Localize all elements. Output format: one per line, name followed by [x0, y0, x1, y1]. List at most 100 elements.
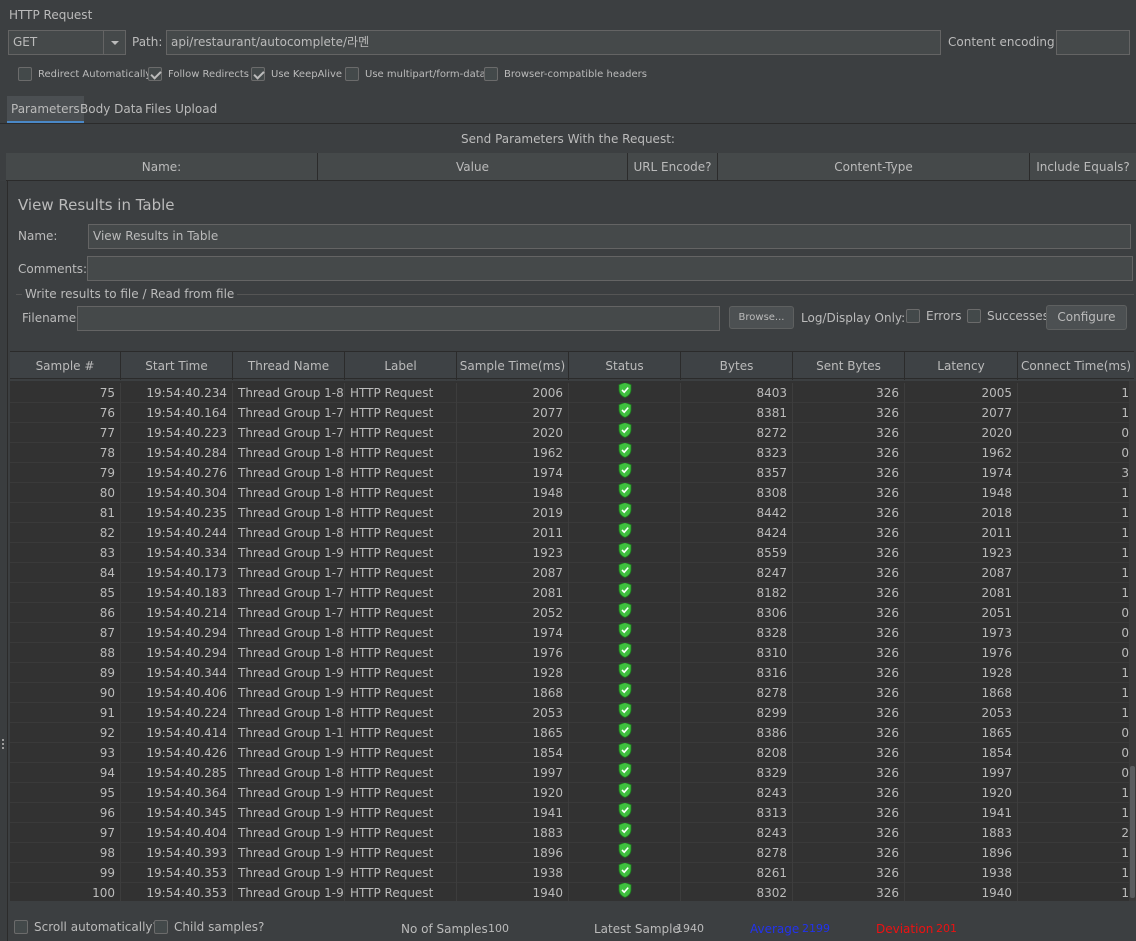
results-scrollbar-thumb[interactable]	[1130, 766, 1135, 898]
cell-latency: 1854	[905, 743, 1018, 763]
col-sample-time[interactable]: Sample Time(ms)	[457, 352, 569, 380]
cell-start-time: 19:54:40.353	[121, 863, 233, 883]
cell-sample-time: 2011	[457, 523, 569, 543]
vrt-comments-input[interactable]	[87, 256, 1133, 281]
path-input[interactable]: api/restaurant/autocomplete/라멘	[166, 30, 941, 55]
child-samples-option[interactable]: Child samples?	[154, 920, 264, 934]
table-row[interactable]: 100 19:54:40.353 Thread Group 1-92 HTTP Req…	[10, 883, 1134, 901]
successes-option[interactable]: Successes	[967, 309, 1049, 323]
method-select[interactable]: GET	[8, 30, 126, 55]
vrt-name-input[interactable]: View Results in Table	[88, 224, 1131, 249]
params-col-url-encode[interactable]: URL Encode?	[628, 153, 718, 181]
cell-label: HTTP Request	[345, 423, 457, 443]
table-row[interactable]: 92 19:54:40.414 Thread Group 1-1... HTTP Re…	[10, 723, 1134, 743]
option-redirect-automatically[interactable]: Redirect Automatically	[18, 67, 151, 81]
checkbox-icon[interactable]	[906, 309, 920, 323]
checkbox-icon[interactable]	[18, 67, 32, 81]
cell-status	[569, 723, 681, 743]
log-display-label: Log/Display Only:	[801, 311, 906, 325]
tab-body-data[interactable]: Body Data	[76, 96, 147, 123]
option-use-keepalive[interactable]: Use KeepAlive	[251, 67, 342, 81]
success-shield-icon	[618, 623, 632, 643]
col-label[interactable]: Label	[345, 352, 457, 380]
col-status[interactable]: Status	[569, 352, 681, 380]
params-col-include-equals[interactable]: Include Equals?	[1030, 153, 1136, 181]
table-row[interactable]: 79 19:54:40.276 Thread Group 1-84 HTTP Requ…	[10, 463, 1134, 483]
tab-parameters[interactable]: Parameters	[7, 96, 84, 123]
results-table-body[interactable]: 75 19:54:40.234 Thread Group 1-82 HTTP Requ…	[10, 381, 1134, 901]
table-row[interactable]: 88 19:54:40.294 Thread Group 1-88 HTTP Requ…	[10, 643, 1134, 663]
params-col-value[interactable]: Value	[318, 153, 628, 181]
errors-option[interactable]: Errors	[906, 309, 962, 323]
cell-sample-time: 1948	[457, 483, 569, 503]
table-row[interactable]: 87 19:54:40.294 Thread Group 1-86 HTTP Requ…	[10, 623, 1134, 643]
table-row[interactable]: 85 19:54:40.183 Thread Group 1-77 HTTP Requ…	[10, 583, 1134, 603]
cell-start-time: 19:54:40.244	[121, 523, 233, 543]
success-shield-icon	[618, 443, 632, 463]
table-row[interactable]: 77 19:54:40.223 Thread Group 1-79 HTTP Requ…	[10, 423, 1134, 443]
table-row[interactable]: 98 19:54:40.393 Thread Group 1-96 HTTP Requ…	[10, 843, 1134, 863]
checkbox-icon[interactable]	[154, 920, 168, 934]
table-row[interactable]: 99 19:54:40.353 Thread Group 1-94 HTTP Requ…	[10, 863, 1134, 883]
option-browser-compatible[interactable]: Browser-compatible headers	[484, 67, 647, 81]
path-label: Path:	[132, 35, 163, 49]
option-follow-redirects[interactable]: Follow Redirects	[148, 67, 249, 81]
cell-sample-number: 77	[10, 423, 121, 443]
cell-label: HTTP Request	[345, 843, 457, 863]
cell-connect-time: 1	[1121, 886, 1129, 900]
cell-label: HTTP Request	[345, 443, 457, 463]
cell-status	[569, 503, 681, 523]
table-row[interactable]: 75 19:54:40.234 Thread Group 1-82 HTTP Requ…	[10, 383, 1134, 403]
checkbox-icon[interactable]	[484, 67, 498, 81]
configure-button[interactable]: Configure	[1046, 305, 1127, 330]
encoding-input[interactable]	[1056, 30, 1130, 55]
checkbox-icon[interactable]	[345, 67, 359, 81]
table-row[interactable]: 93 19:54:40.426 Thread Group 1-98 HTTP Requ…	[10, 743, 1134, 763]
table-row[interactable]: 89 19:54:40.344 Thread Group 1-93 HTTP Requ…	[10, 663, 1134, 683]
table-row[interactable]: 86 19:54:40.214 Thread Group 1-78 HTTP Requ…	[10, 603, 1134, 623]
latest-sample-label: Latest Sample	[594, 922, 680, 936]
cell-sent-bytes: 326	[793, 763, 905, 783]
filename-input[interactable]	[77, 306, 720, 331]
drag-handle-icon[interactable]	[0, 737, 8, 757]
table-row[interactable]: 84 19:54:40.173 Thread Group 1-76 HTTP Requ…	[10, 563, 1134, 583]
table-row[interactable]: 81 19:54:40.235 Thread Group 1-80 HTTP Requ…	[10, 503, 1134, 523]
col-start-time[interactable]: Start Time	[121, 352, 233, 380]
split-pane-divider[interactable]	[0, 181, 8, 941]
checkbox-icon[interactable]	[14, 920, 28, 934]
table-row[interactable]: 91 19:54:40.224 Thread Group 1-81 HTTP Requ…	[10, 703, 1134, 723]
col-sent-bytes[interactable]: Sent Bytes	[793, 352, 905, 380]
cell-thread-name: Thread Group 1-94	[233, 863, 345, 883]
table-row[interactable]: 90 19:54:40.406 Thread Group 1-97 HTTP Requ…	[10, 683, 1134, 703]
success-shield-icon	[618, 583, 632, 603]
table-row[interactable]: 82 19:54:40.244 Thread Group 1-83 HTTP Requ…	[10, 523, 1134, 543]
browse-button[interactable]: Browse...	[729, 306, 794, 329]
success-shield-icon	[618, 863, 632, 883]
table-row[interactable]: 96 19:54:40.345 Thread Group 1-91 HTTP Requ…	[10, 803, 1134, 823]
table-row[interactable]: 80 19:54:40.304 Thread Group 1-89 HTTP Requ…	[10, 483, 1134, 503]
scroll-automatically-option[interactable]: Scroll automatically?	[14, 920, 159, 934]
col-thread-name[interactable]: Thread Name	[233, 352, 345, 380]
col-sample-number[interactable]: Sample #	[10, 352, 121, 380]
col-bytes[interactable]: Bytes	[681, 352, 793, 380]
col-latency[interactable]: Latency	[905, 352, 1018, 380]
option-multipart[interactable]: Use multipart/form-data	[345, 67, 486, 81]
cell-sent-bytes: 326	[793, 543, 905, 563]
cell-thread-name: Thread Group 1-93	[233, 663, 345, 683]
checkbox-checked-icon[interactable]	[251, 67, 265, 81]
table-row[interactable]: 94 19:54:40.285 Thread Group 1-85 HTTP Requ…	[10, 763, 1134, 783]
params-col-name[interactable]: Name:	[6, 153, 318, 181]
tab-files-upload[interactable]: Files Upload	[141, 96, 221, 123]
cell-sample-time: 2077	[457, 403, 569, 423]
params-col-content-type[interactable]: Content-Type	[718, 153, 1030, 181]
table-row[interactable]: 95 19:54:40.364 Thread Group 1-95 HTTP Requ…	[10, 783, 1134, 803]
table-row[interactable]: 78 19:54:40.284 Thread Group 1-87 HTTP Requ…	[10, 443, 1134, 463]
results-scrollbar[interactable]	[1129, 381, 1136, 901]
table-row[interactable]: 83 19:54:40.334 Thread Group 1-90 HTTP Requ…	[10, 543, 1134, 563]
checkbox-icon[interactable]	[967, 309, 981, 323]
col-connect-time[interactable]: Connect Time(ms)	[1018, 352, 1134, 380]
table-row[interactable]: 97 19:54:40.404 Thread Group 1-99 HTTP Requ…	[10, 823, 1134, 843]
table-row[interactable]: 76 19:54:40.164 Thread Group 1-75 HTTP Requ…	[10, 403, 1134, 423]
checkbox-checked-icon[interactable]	[148, 67, 162, 81]
success-shield-icon	[618, 803, 632, 823]
